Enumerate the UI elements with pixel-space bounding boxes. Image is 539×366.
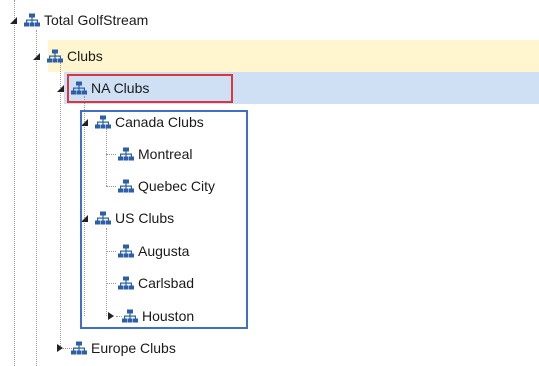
tree-node-label: Clubs (67, 48, 103, 64)
expand-toggle[interactable] (29, 49, 43, 63)
tree-node-label: Total GolfStream (44, 12, 149, 28)
org-hierarchy-icon (47, 49, 63, 63)
triangle-expanded-icon (32, 52, 40, 60)
triangle-collapsed-icon (57, 344, 63, 352)
expand-toggle[interactable] (53, 341, 67, 355)
na-clubs-children-frame (80, 110, 248, 329)
tree-node-total-golfstream[interactable]: Total GolfStream (6, 4, 148, 36)
tree-node-label: Europe Clubs (91, 340, 176, 356)
tree-guide-line (14, 0, 15, 366)
tree-guide-line (60, 62, 61, 348)
org-hierarchy-icon (71, 341, 87, 355)
hover-row-highlight (48, 40, 539, 72)
na-clubs-highlight-frame (67, 74, 233, 103)
triangle-expanded-icon (9, 16, 17, 24)
org-hierarchy-icon (24, 13, 40, 27)
tree-guide-line (36, 30, 37, 366)
org-tree: Total GolfStream Clubs NA Clubs Canada C… (0, 0, 539, 366)
tree-node-clubs[interactable]: Clubs (29, 40, 103, 72)
triangle-expanded-icon (56, 84, 64, 92)
expand-toggle[interactable] (6, 13, 20, 27)
expand-toggle[interactable] (53, 81, 67, 95)
tree-node-europe-clubs[interactable]: Europe Clubs (53, 332, 176, 364)
